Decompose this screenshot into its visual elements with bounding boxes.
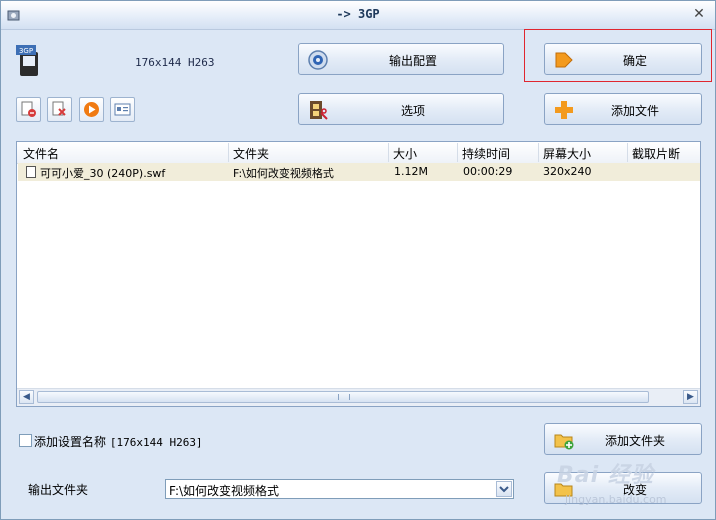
clear-button[interactable] [47, 97, 72, 122]
clear-icon [52, 101, 66, 116]
col-clip[interactable]: 截取片断 [632, 145, 680, 162]
add-setting-name-text: 添加设置名称 [34, 435, 107, 449]
folder-icon [554, 483, 573, 497]
remove-icon [21, 101, 36, 117]
col-separator[interactable] [388, 143, 389, 162]
row-duration: 00:00:29 [463, 165, 513, 178]
col-size[interactable]: 大小 [393, 145, 417, 162]
options-button[interactable]: 选项 [298, 93, 504, 125]
scroll-right-icon[interactable]: ▶ [683, 390, 698, 404]
close-icon[interactable]: ✕ [691, 6, 707, 22]
col-duration[interactable]: 持续时间 [462, 145, 510, 162]
info-icon [114, 103, 131, 116]
add-setting-name-label: 添加设置名称 [176x144 H263] [34, 433, 203, 450]
film-icon [310, 101, 328, 120]
col-separator[interactable] [228, 143, 229, 162]
row-folder: F:\如何改变视频格式 [233, 167, 334, 180]
col-separator[interactable] [457, 143, 458, 162]
options-label: 选项 [400, 104, 425, 118]
play-icon [84, 102, 99, 117]
table-row[interactable]: 可可小爱_30 (240P).swf F:\如何改变视频格式 1.12M 00:… [18, 163, 700, 181]
ok-button[interactable]: 确定 [544, 43, 702, 75]
scroll-left-icon[interactable]: ◀ [19, 390, 34, 404]
horizontal-scrollbar[interactable]: ◀ ▶ [17, 388, 700, 406]
3gp-format-icon: 3GP [16, 45, 38, 76]
change-label: 改变 [622, 483, 647, 497]
file-list[interactable]: 文件名 文件夹 大小 持续时间 屏幕大小 截取片断 可可小爱_30 (240P)… [16, 141, 701, 407]
format-icon-text: 3GP [19, 47, 33, 55]
scroll-thumb[interactable] [37, 391, 649, 403]
folder-add-icon [554, 434, 574, 450]
chevron-down-icon[interactable] [496, 481, 512, 497]
col-separator[interactable] [538, 143, 539, 162]
col-folder[interactable]: 文件夹 [233, 145, 269, 162]
add-setting-name-value: [176x144 H263] [109, 436, 203, 449]
add-folder-label: 添加文件夹 [604, 434, 665, 448]
scroll-grip [338, 394, 350, 400]
window-title: -> 3GP [336, 7, 380, 21]
col-file-name[interactable]: 文件名 [23, 145, 59, 162]
col-screen-size[interactable]: 屏幕大小 [543, 145, 591, 162]
plus-icon [555, 101, 573, 119]
change-button[interactable]: 改变 [544, 472, 702, 504]
row-file-name: 可可小爱_30 (240P).swf [40, 167, 166, 180]
add-setting-name-checkbox[interactable] [19, 434, 32, 447]
info-button[interactable] [110, 97, 135, 122]
row-screen-size: 320x240 [543, 165, 592, 178]
remove-button[interactable] [16, 97, 41, 122]
col-separator[interactable] [627, 143, 628, 162]
play-button[interactable] [79, 97, 104, 122]
app-window: -> 3GP ✕ 3GP 176x144 H263 输出配置 确定 选项 添加文… [0, 0, 716, 520]
output-config-label: 输出配置 [388, 54, 437, 68]
output-config-button[interactable]: 输出配置 [298, 43, 504, 75]
gear-icon [308, 50, 328, 70]
output-folder-value: F:\如何改变视频格式 [169, 484, 280, 498]
file-list-header: 文件名 文件夹 大小 持续时间 屏幕大小 截取片断 [17, 142, 700, 164]
add-folder-button[interactable]: 添加文件夹 [544, 423, 702, 455]
file-icon [26, 166, 36, 178]
arrow-right-icon [555, 52, 573, 68]
add-file-button[interactable]: 添加文件 [544, 93, 702, 125]
add-file-label: 添加文件 [610, 104, 659, 118]
output-folder-label: 输出文件夹 [28, 483, 89, 497]
row-size: 1.12M [394, 165, 428, 178]
title-bar[interactable]: -> 3GP ✕ [1, 1, 715, 30]
output-folder-select[interactable]: F:\如何改变视频格式 [165, 479, 514, 499]
format-summary: 176x144 H263 [135, 56, 215, 69]
ok-label: 确定 [622, 54, 647, 68]
